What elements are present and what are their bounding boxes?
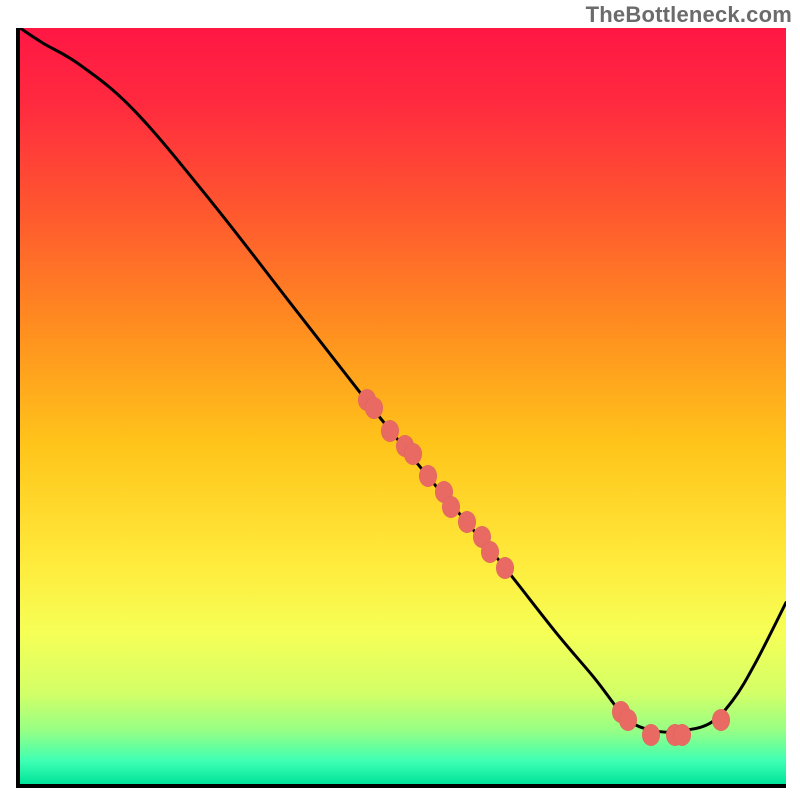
data-marker: [496, 557, 514, 579]
data-marker: [404, 443, 422, 465]
data-marker: [365, 397, 383, 419]
gradient-background: [20, 28, 786, 784]
plot-svg: [20, 28, 786, 784]
data-marker: [458, 511, 476, 533]
data-marker: [442, 496, 460, 518]
data-marker: [619, 709, 637, 731]
data-marker: [419, 465, 437, 487]
data-marker: [642, 724, 660, 746]
data-marker: [712, 709, 730, 731]
data-marker: [673, 724, 691, 746]
data-marker: [481, 541, 499, 563]
plot-area: [16, 28, 786, 788]
data-marker: [381, 420, 399, 442]
watermark-text: TheBottleneck.com: [586, 2, 792, 28]
chart-container: TheBottleneck.com: [0, 0, 800, 800]
